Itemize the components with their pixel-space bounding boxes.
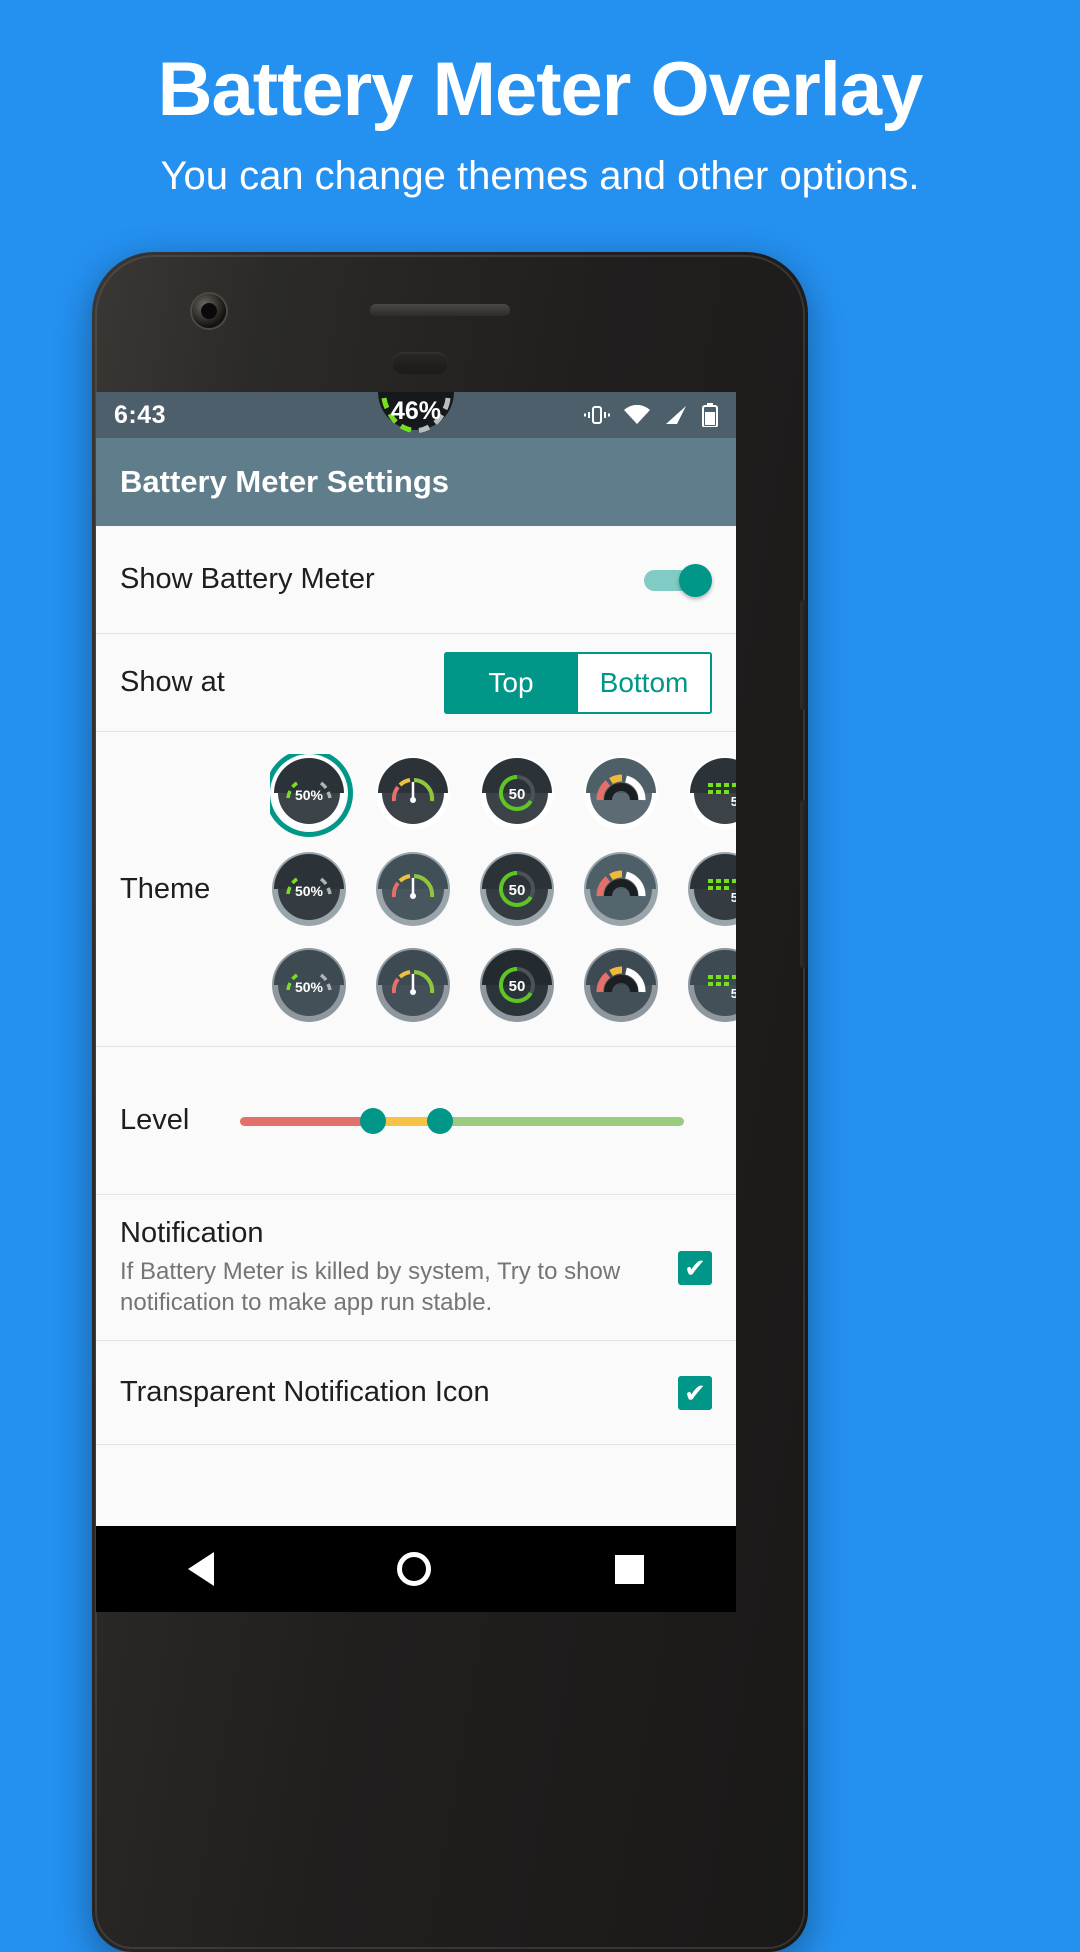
- transparent-notification-icon-label: Transparent Notification Icon: [120, 1376, 490, 1409]
- battery-meter-overlay-widget: 46%: [351, 392, 481, 440]
- phone-mockup: 6:43 46% Battery Meter Settings Show Bat…: [92, 252, 808, 1952]
- transparent-notification-checkbox[interactable]: ✔: [678, 1375, 712, 1410]
- level-thumb-low[interactable]: [360, 1107, 387, 1134]
- row-notification[interactable]: Notification If Battery Meter is killed …: [96, 1195, 736, 1342]
- svg-text:50: 50: [731, 986, 736, 1001]
- navigation-bar: [96, 1526, 736, 1612]
- theme-option-8[interactable]: [582, 850, 660, 928]
- row-show-battery-meter[interactable]: Show Battery Meter: [96, 526, 736, 634]
- theme-row: 50% 50 5: [270, 850, 736, 928]
- level-slider-track: [240, 1116, 684, 1126]
- show-at-option-bottom[interactable]: Bottom: [578, 651, 712, 714]
- svg-text:50: 50: [509, 882, 526, 899]
- notification-text: Notification If Battery Meter is killed …: [120, 1217, 654, 1318]
- svg-text:50%: 50%: [295, 883, 324, 899]
- show-battery-meter-toggle[interactable]: [640, 563, 712, 597]
- phone-screen: 6:43 46% Battery Meter Settings Show Bat…: [96, 392, 736, 1612]
- level-slider[interactable]: [240, 1101, 684, 1141]
- home-icon[interactable]: [397, 1552, 432, 1586]
- theme-option-10[interactable]: 50%: [270, 946, 348, 1024]
- theme-option-4[interactable]: 50: [686, 754, 736, 832]
- toggle-thumb: [679, 563, 712, 597]
- notification-description: If Battery Meter is killed by system, Tr…: [120, 1258, 621, 1317]
- power-button[interactable]: [800, 600, 808, 710]
- theme-label: Theme: [120, 872, 211, 905]
- app-bar: Battery Meter Settings: [96, 438, 736, 526]
- theme-option-13[interactable]: [582, 946, 660, 1024]
- notification-title: Notification: [120, 1217, 264, 1249]
- theme-option-6[interactable]: [374, 850, 452, 928]
- app-bar-title: Battery Meter Settings: [120, 464, 450, 499]
- level-label: Level: [120, 1104, 190, 1136]
- theme-option-14[interactable]: 50: [686, 946, 736, 1024]
- theme-option-0[interactable]: 50%: [270, 754, 348, 832]
- recents-icon[interactable]: [615, 1554, 645, 1584]
- svg-text:50%: 50%: [295, 787, 324, 803]
- level-segment-high: [439, 1116, 684, 1126]
- earpiece-speaker: [370, 304, 510, 316]
- wifi-icon: [624, 405, 650, 425]
- front-camera-icon: [192, 294, 226, 328]
- theme-option-2[interactable]: 50: [478, 754, 556, 832]
- signal-icon: [664, 405, 688, 425]
- svg-text:50: 50: [509, 786, 526, 803]
- row-transparent-notification-icon[interactable]: Transparent Notification Icon ✔: [96, 1341, 736, 1446]
- theme-option-1[interactable]: [374, 754, 452, 832]
- row-theme: Theme 50% 50 5 50% 50 5 50% 50 5: [96, 732, 736, 1047]
- show-at-option-top[interactable]: Top: [444, 651, 578, 714]
- show-at-segmented-control[interactable]: Top Bottom: [444, 651, 712, 714]
- theme-row: 50% 50 5: [270, 754, 736, 832]
- theme-option-5[interactable]: 50%: [270, 850, 348, 928]
- page-title: Battery Meter Overlay: [157, 47, 924, 132]
- row-show-at: Show at Top Bottom: [96, 634, 736, 732]
- status-bar: 6:43 46%: [96, 392, 736, 438]
- volume-button[interactable]: [800, 800, 808, 968]
- battery-icon: [702, 403, 718, 427]
- theme-option-3[interactable]: [582, 754, 660, 832]
- svg-text:50: 50: [731, 794, 736, 809]
- theme-option-12[interactable]: 50: [478, 946, 556, 1024]
- status-icons: [584, 403, 718, 427]
- battery-overlay-arc-icon: [378, 392, 454, 433]
- show-battery-meter-label: Show Battery Meter: [120, 563, 375, 595]
- status-clock: 6:43: [114, 400, 167, 429]
- theme-row: 50% 50 5: [270, 946, 736, 1024]
- notification-checkbox[interactable]: ✔: [678, 1250, 712, 1285]
- show-at-label: Show at: [120, 666, 225, 698]
- back-icon[interactable]: [187, 1552, 214, 1586]
- theme-option-7[interactable]: 50: [478, 850, 556, 928]
- theme-option-9[interactable]: 50: [686, 850, 736, 928]
- theme-option-11[interactable]: [374, 946, 452, 1024]
- page-subtitle: You can change themes and other options.: [160, 154, 920, 198]
- level-thumb-high[interactable]: [426, 1107, 453, 1134]
- svg-text:50: 50: [509, 978, 526, 995]
- battery-overlay-percent: 46%: [390, 397, 442, 425]
- row-level: Level: [96, 1047, 736, 1195]
- level-segment-low: [240, 1116, 374, 1126]
- vibrate-icon: [584, 404, 610, 426]
- svg-text:50: 50: [731, 890, 736, 905]
- theme-grid[interactable]: 50% 50 5 50% 50 5 50% 50 5: [270, 754, 736, 1024]
- svg-text:50%: 50%: [295, 979, 324, 995]
- promo-header: Battery Meter Overlay You can change the…: [0, 0, 1080, 199]
- proximity-sensor: [392, 352, 448, 374]
